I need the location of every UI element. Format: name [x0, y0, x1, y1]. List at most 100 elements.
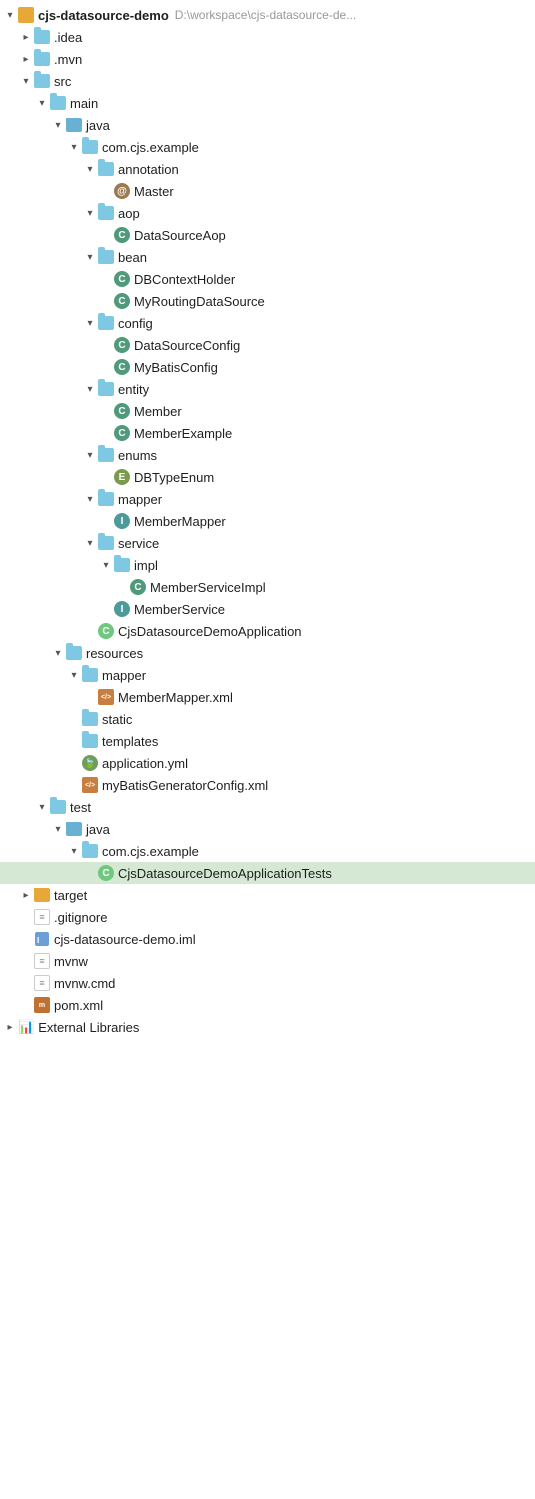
tree-item-mybatisgen-xml[interactable]: </> myBatisGeneratorConfig.xml — [0, 774, 535, 796]
com-test-folder-icon — [82, 844, 98, 858]
tree-item-mvn[interactable]: .mvn — [0, 48, 535, 70]
project-tree: cjs-datasource-demo D:\workspace\cjs-dat… — [0, 0, 535, 1042]
tree-item-bean[interactable]: bean — [0, 246, 535, 268]
tree-item-enums[interactable]: enums — [0, 444, 535, 466]
root-path: D:\workspace\cjs-datasource-de... — [175, 8, 356, 22]
mapper-res-folder-icon — [82, 668, 98, 682]
memberexample-label: MemberExample — [134, 426, 232, 441]
tree-item-datasourceconfig[interactable]: C DataSourceConfig — [0, 334, 535, 356]
mvnw-label: mvnw — [54, 954, 88, 969]
tree-item-master[interactable]: @ Master — [0, 180, 535, 202]
tree-item-com-cjs-example-test[interactable]: com.cjs.example — [0, 840, 535, 862]
ext-lib-arrow — [2, 1019, 18, 1035]
iml-icon: I — [34, 931, 50, 947]
master-label: Master — [134, 184, 174, 199]
tree-item-member[interactable]: C Member — [0, 400, 535, 422]
datasourceaop-label: DataSourceAop — [134, 228, 226, 243]
mvn-folder-icon — [34, 52, 50, 66]
tree-item-target[interactable]: target — [0, 884, 535, 906]
pom-xml-label: pom.xml — [54, 998, 103, 1013]
mvnw-cmd-icon: ≡ — [34, 975, 50, 991]
config-arrow — [82, 315, 98, 331]
tree-item-idea[interactable]: .idea — [0, 26, 535, 48]
tree-item-myroutingdatasource[interactable]: C MyRoutingDataSource — [0, 290, 535, 312]
aop-label: aop — [118, 206, 140, 221]
tree-item-dbcontextholder[interactable]: C DBContextHolder — [0, 268, 535, 290]
com-label: com.cjs.example — [102, 140, 199, 155]
enums-label: enums — [118, 448, 157, 463]
java-label: java — [86, 118, 110, 133]
tree-item-pom-xml[interactable]: m pom.xml — [0, 994, 535, 1016]
dbcontextholder-icon: C — [114, 271, 130, 287]
java-folder-icon — [66, 118, 82, 132]
annotation-arrow — [82, 161, 98, 177]
src-arrow — [18, 73, 34, 89]
impl-folder-icon — [114, 558, 130, 572]
idea-arrow — [18, 29, 34, 45]
tree-item-config[interactable]: config — [0, 312, 535, 334]
impl-arrow — [98, 557, 114, 573]
tree-item-main[interactable]: main — [0, 92, 535, 114]
tree-root[interactable]: cjs-datasource-demo D:\workspace\cjs-dat… — [0, 4, 535, 26]
tree-item-membermapper-xml[interactable]: </> MemberMapper.xml — [0, 686, 535, 708]
gitignore-label: .gitignore — [54, 910, 107, 925]
tree-item-iml[interactable]: I cjs-datasource-demo.iml — [0, 928, 535, 950]
cjsapptests-icon: C — [98, 865, 114, 881]
tree-item-static[interactable]: static — [0, 708, 535, 730]
enums-arrow — [82, 447, 98, 463]
tree-item-membermapper[interactable]: I MemberMapper — [0, 510, 535, 532]
mapper-res-label: mapper — [102, 668, 146, 683]
service-folder-icon — [98, 536, 114, 550]
tree-item-templates[interactable]: templates — [0, 730, 535, 752]
tree-item-mapper-res[interactable]: mapper — [0, 664, 535, 686]
tree-item-external-libraries[interactable]: 📊 External Libraries — [0, 1016, 535, 1038]
datasourceconfig-icon: C — [114, 337, 130, 353]
tree-item-java-test[interactable]: java — [0, 818, 535, 840]
tree-item-service[interactable]: service — [0, 532, 535, 554]
tree-item-cjsapp[interactable]: C CjsDatasourceDemoApplication — [0, 620, 535, 642]
config-folder-icon — [98, 316, 114, 330]
pom-xml-icon: m — [34, 997, 50, 1013]
tree-item-memberservice[interactable]: I MemberService — [0, 598, 535, 620]
tree-item-test[interactable]: test — [0, 796, 535, 818]
tree-item-cjsapptests[interactable]: C CjsDatasourceDemoApplicationTests — [0, 862, 535, 884]
tree-item-memberserviceimpl[interactable]: C MemberServiceImpl — [0, 576, 535, 598]
tree-item-impl[interactable]: impl — [0, 554, 535, 576]
entity-folder-icon — [98, 382, 114, 396]
tree-item-application-yml[interactable]: 🍃 application.yml — [0, 752, 535, 774]
tree-item-memberexample[interactable]: C MemberExample — [0, 422, 535, 444]
com-folder-icon — [82, 140, 98, 154]
entity-arrow — [82, 381, 98, 397]
tree-item-com-cjs-example[interactable]: com.cjs.example — [0, 136, 535, 158]
tree-item-mapper[interactable]: mapper — [0, 488, 535, 510]
tree-item-mvnw-cmd[interactable]: ≡ mvnw.cmd — [0, 972, 535, 994]
src-label: src — [54, 74, 71, 89]
target-label: target — [54, 888, 87, 903]
tree-item-dbtypeenum[interactable]: E DBTypeEnum — [0, 466, 535, 488]
tree-item-gitignore[interactable]: ≡ .gitignore — [0, 906, 535, 928]
membermapper-xml-label: MemberMapper.xml — [118, 690, 233, 705]
tree-item-aop[interactable]: aop — [0, 202, 535, 224]
svg-text:I: I — [37, 936, 39, 945]
tree-item-java[interactable]: java — [0, 114, 535, 136]
com-arrow — [66, 139, 82, 155]
tree-item-annotation[interactable]: annotation — [0, 158, 535, 180]
enums-folder-icon — [98, 448, 114, 462]
tree-item-mybatisconfig[interactable]: C MyBatisConfig — [0, 356, 535, 378]
tree-item-src[interactable]: src — [0, 70, 535, 92]
config-label: config — [118, 316, 153, 331]
master-icon: @ — [114, 183, 130, 199]
test-folder-icon — [50, 800, 66, 814]
application-yml-icon: 🍃 — [82, 755, 98, 771]
tree-item-entity[interactable]: entity — [0, 378, 535, 400]
tree-item-resources[interactable]: resources — [0, 642, 535, 664]
memberservice-icon: I — [114, 601, 130, 617]
ext-lib-label: External Libraries — [38, 1020, 139, 1035]
memberserviceimpl-icon: C — [130, 579, 146, 595]
root-folder-icon — [18, 7, 34, 23]
mvn-arrow — [18, 51, 34, 67]
tree-item-mvnw[interactable]: ≡ mvnw — [0, 950, 535, 972]
tree-item-datasourceaop[interactable]: C DataSourceAop — [0, 224, 535, 246]
annotation-label: annotation — [118, 162, 179, 177]
application-yml-label: application.yml — [102, 756, 188, 771]
